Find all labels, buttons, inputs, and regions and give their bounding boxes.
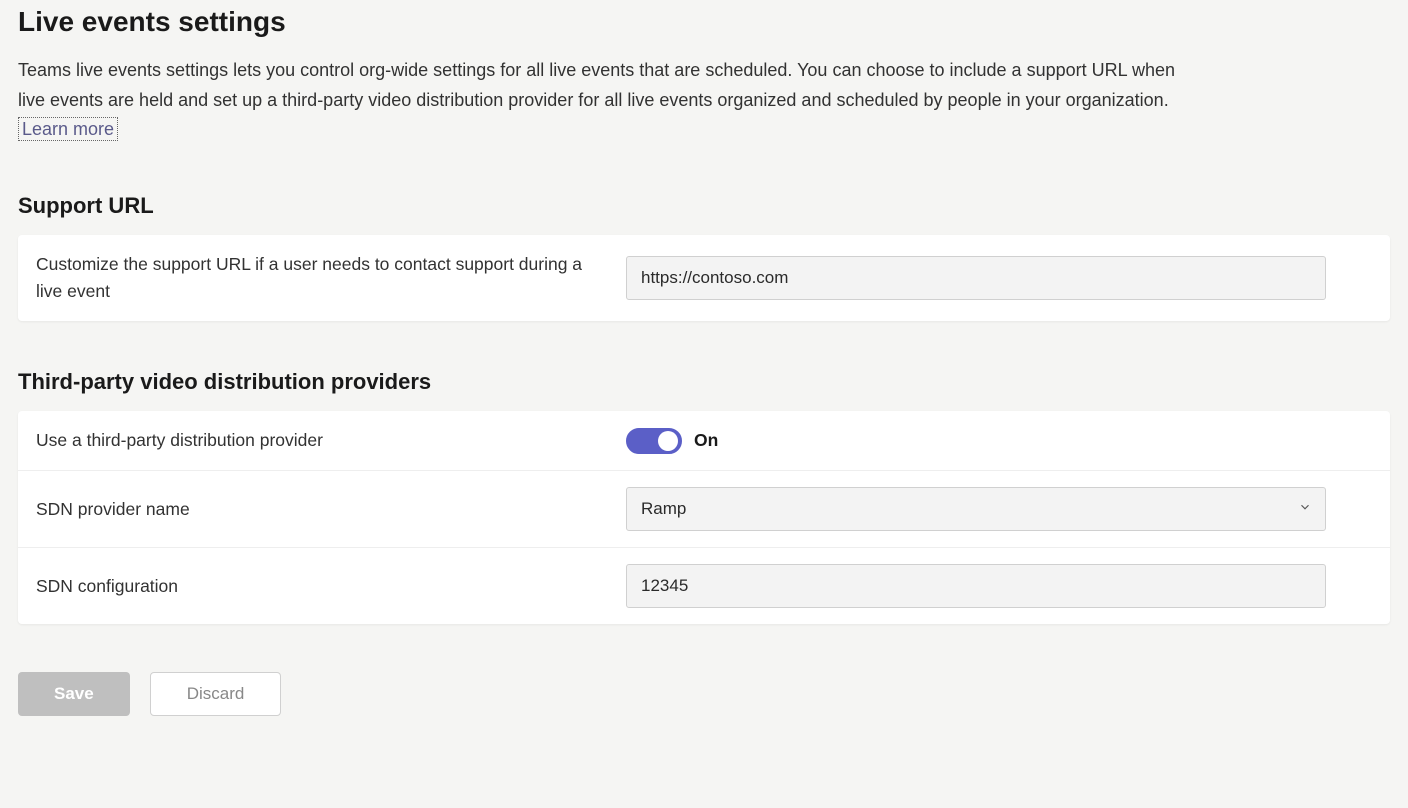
sdn-config-row: SDN configuration: [18, 548, 1390, 624]
page-description: Teams live events settings lets you cont…: [18, 56, 1198, 145]
use-provider-toggle[interactable]: [626, 428, 682, 454]
page-title: Live events settings: [18, 0, 1390, 38]
sdn-config-input[interactable]: [626, 564, 1326, 608]
support-url-card: Customize the support URL if a user need…: [18, 235, 1390, 321]
providers-card: Use a third-party distribution provider …: [18, 411, 1390, 624]
sdn-name-row: SDN provider name Ramp: [18, 471, 1390, 548]
support-url-section-title: Support URL: [18, 193, 1390, 219]
providers-section-title: Third-party video distribution providers: [18, 369, 1390, 395]
footer: Save Discard: [18, 672, 1390, 716]
toggle-state-label: On: [694, 430, 718, 451]
sdn-name-label: SDN provider name: [36, 496, 626, 523]
sdn-name-select-wrap: Ramp: [626, 487, 1326, 531]
use-provider-label: Use a third-party distribution provider: [36, 427, 626, 454]
description-text: Teams live events settings lets you cont…: [18, 60, 1175, 110]
sdn-name-control: Ramp: [626, 487, 1372, 531]
toggle-wrap: On: [626, 428, 718, 454]
support-url-label: Customize the support URL if a user need…: [36, 251, 626, 305]
discard-button[interactable]: Discard: [150, 672, 282, 716]
use-provider-control: On: [626, 428, 1372, 454]
support-url-input[interactable]: [626, 256, 1326, 300]
support-url-row: Customize the support URL if a user need…: [18, 235, 1390, 321]
sdn-config-control: [626, 564, 1372, 608]
sdn-config-label: SDN configuration: [36, 573, 626, 600]
save-button[interactable]: Save: [18, 672, 130, 716]
sdn-name-select[interactable]: Ramp: [626, 487, 1326, 531]
use-provider-row: Use a third-party distribution provider …: [18, 411, 1390, 471]
toggle-knob: [658, 431, 678, 451]
learn-more-link[interactable]: Learn more: [18, 117, 118, 141]
support-url-control: [626, 256, 1372, 300]
